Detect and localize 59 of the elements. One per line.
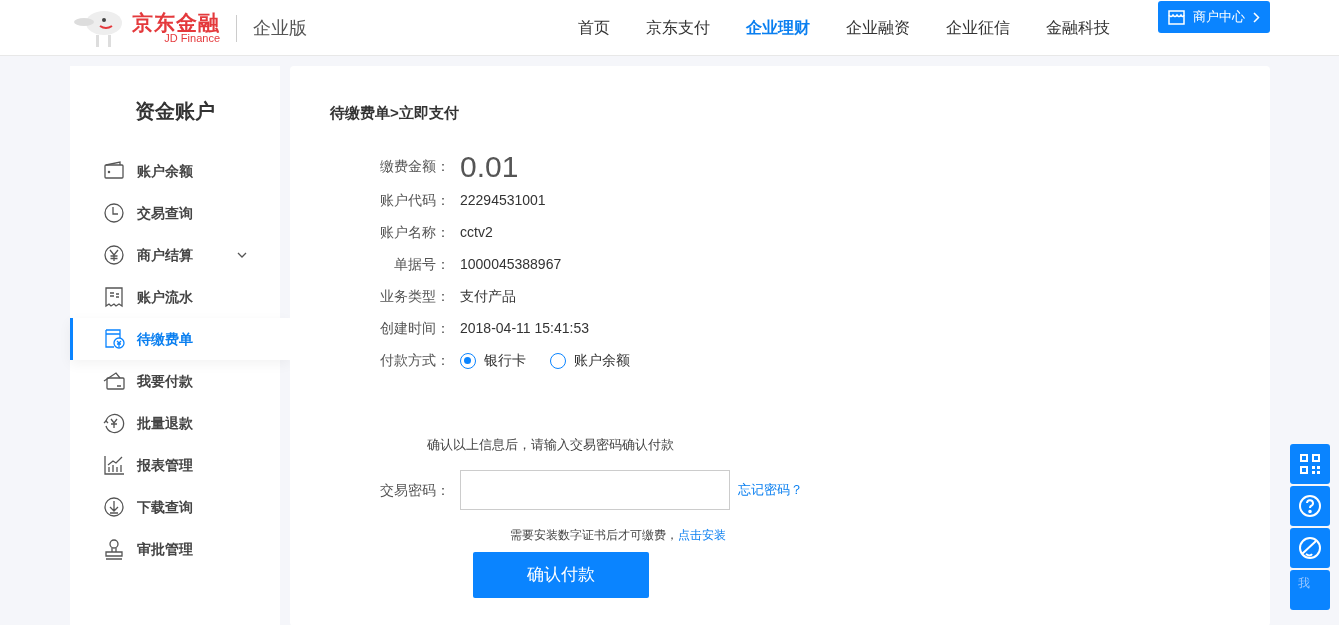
- certificate-notice: 需要安装数字证书后才可缴费，: [510, 528, 678, 542]
- sidebar-item[interactable]: 我要付款: [70, 360, 290, 402]
- amount-value: 0.01: [460, 151, 519, 182]
- nav-link[interactable]: 企业融资: [828, 16, 928, 40]
- chevron-icon: [237, 252, 247, 258]
- stamp-icon: [103, 538, 125, 560]
- field-label: 交易密码：: [379, 480, 451, 500]
- logo-subtitle: JD Finance: [164, 33, 220, 44]
- field-value: 支付产品: [460, 287, 516, 306]
- nav-link[interactable]: 企业征信: [928, 16, 1028, 40]
- field-label: 账户代码：: [379, 191, 451, 210]
- edition-label: 企业版: [236, 14, 307, 42]
- sidebar-item[interactable]: 审批管理: [70, 528, 290, 570]
- field-value: 2018-04-11 15:41:53: [460, 319, 589, 338]
- field-label: 账户名称：: [379, 223, 451, 242]
- forgot-password-link[interactable]: 忘记密码？: [738, 480, 803, 500]
- yuan-icon: [103, 244, 125, 266]
- receipt-icon: [103, 286, 125, 308]
- bill-icon: [103, 328, 125, 350]
- sidebar-item[interactable]: 交易查询: [70, 192, 290, 234]
- password-field[interactable]: [460, 470, 730, 510]
- sidebar-title: 资金账户: [134, 99, 216, 124]
- card-icon: [103, 370, 125, 392]
- nav-link[interactable]: 首页: [560, 16, 628, 40]
- store-icon: [1168, 9, 1185, 25]
- field-value: 22294531001: [460, 191, 546, 210]
- wallet-icon: [103, 160, 125, 182]
- field-value: cctv2: [460, 223, 493, 242]
- confirm-instruction: 确认以上信息后，请输入交易密码确认付款: [425, 435, 675, 454]
- field-label: 业务类型：: [379, 287, 451, 306]
- nav-link[interactable]: 企业理财: [728, 16, 828, 40]
- clock-icon: [103, 202, 125, 224]
- sidebar-item[interactable]: 批量退款: [70, 402, 290, 444]
- logo-text: 京东金融: [132, 12, 220, 33]
- field-label: 付款方式：: [379, 351, 451, 370]
- qr-code-icon[interactable]: [1290, 444, 1330, 484]
- download-icon: [103, 496, 125, 518]
- help-icon[interactable]: [1290, 486, 1330, 526]
- nav-link[interactable]: 金融科技: [1028, 16, 1128, 40]
- sidebar-item[interactable]: 报表管理: [70, 444, 290, 486]
- install-link[interactable]: 点击安装: [678, 528, 726, 542]
- payment-option[interactable]: 账户余额: [550, 350, 630, 371]
- breadcrumb: 待缴费单>立即支付: [330, 103, 460, 123]
- field-label: 创建时间：: [379, 319, 451, 338]
- merchant-center-button[interactable]: 商户中心: [1158, 1, 1270, 33]
- sidebar-item[interactable]: 下载查询: [70, 486, 290, 528]
- sidebar-item[interactable]: 待缴费单: [70, 318, 290, 360]
- confirm-payment-button[interactable]: 确认付款: [473, 552, 649, 598]
- payment-option[interactable]: 银行卡: [460, 350, 526, 371]
- chevron-right-icon: [1253, 11, 1260, 23]
- chart-icon: [103, 454, 125, 476]
- sidebar-item[interactable]: 账户余额: [70, 150, 290, 192]
- field-label: 单据号：: [393, 255, 451, 274]
- nav-link[interactable]: 京东支付: [628, 16, 728, 40]
- sidebar-item[interactable]: 商户结算: [70, 234, 290, 276]
- field-label: 缴费金额：: [379, 157, 451, 176]
- field-value: 1000045388967: [460, 255, 562, 274]
- sidebar-item[interactable]: 账户流水: [70, 276, 290, 318]
- refund-icon: [103, 412, 125, 434]
